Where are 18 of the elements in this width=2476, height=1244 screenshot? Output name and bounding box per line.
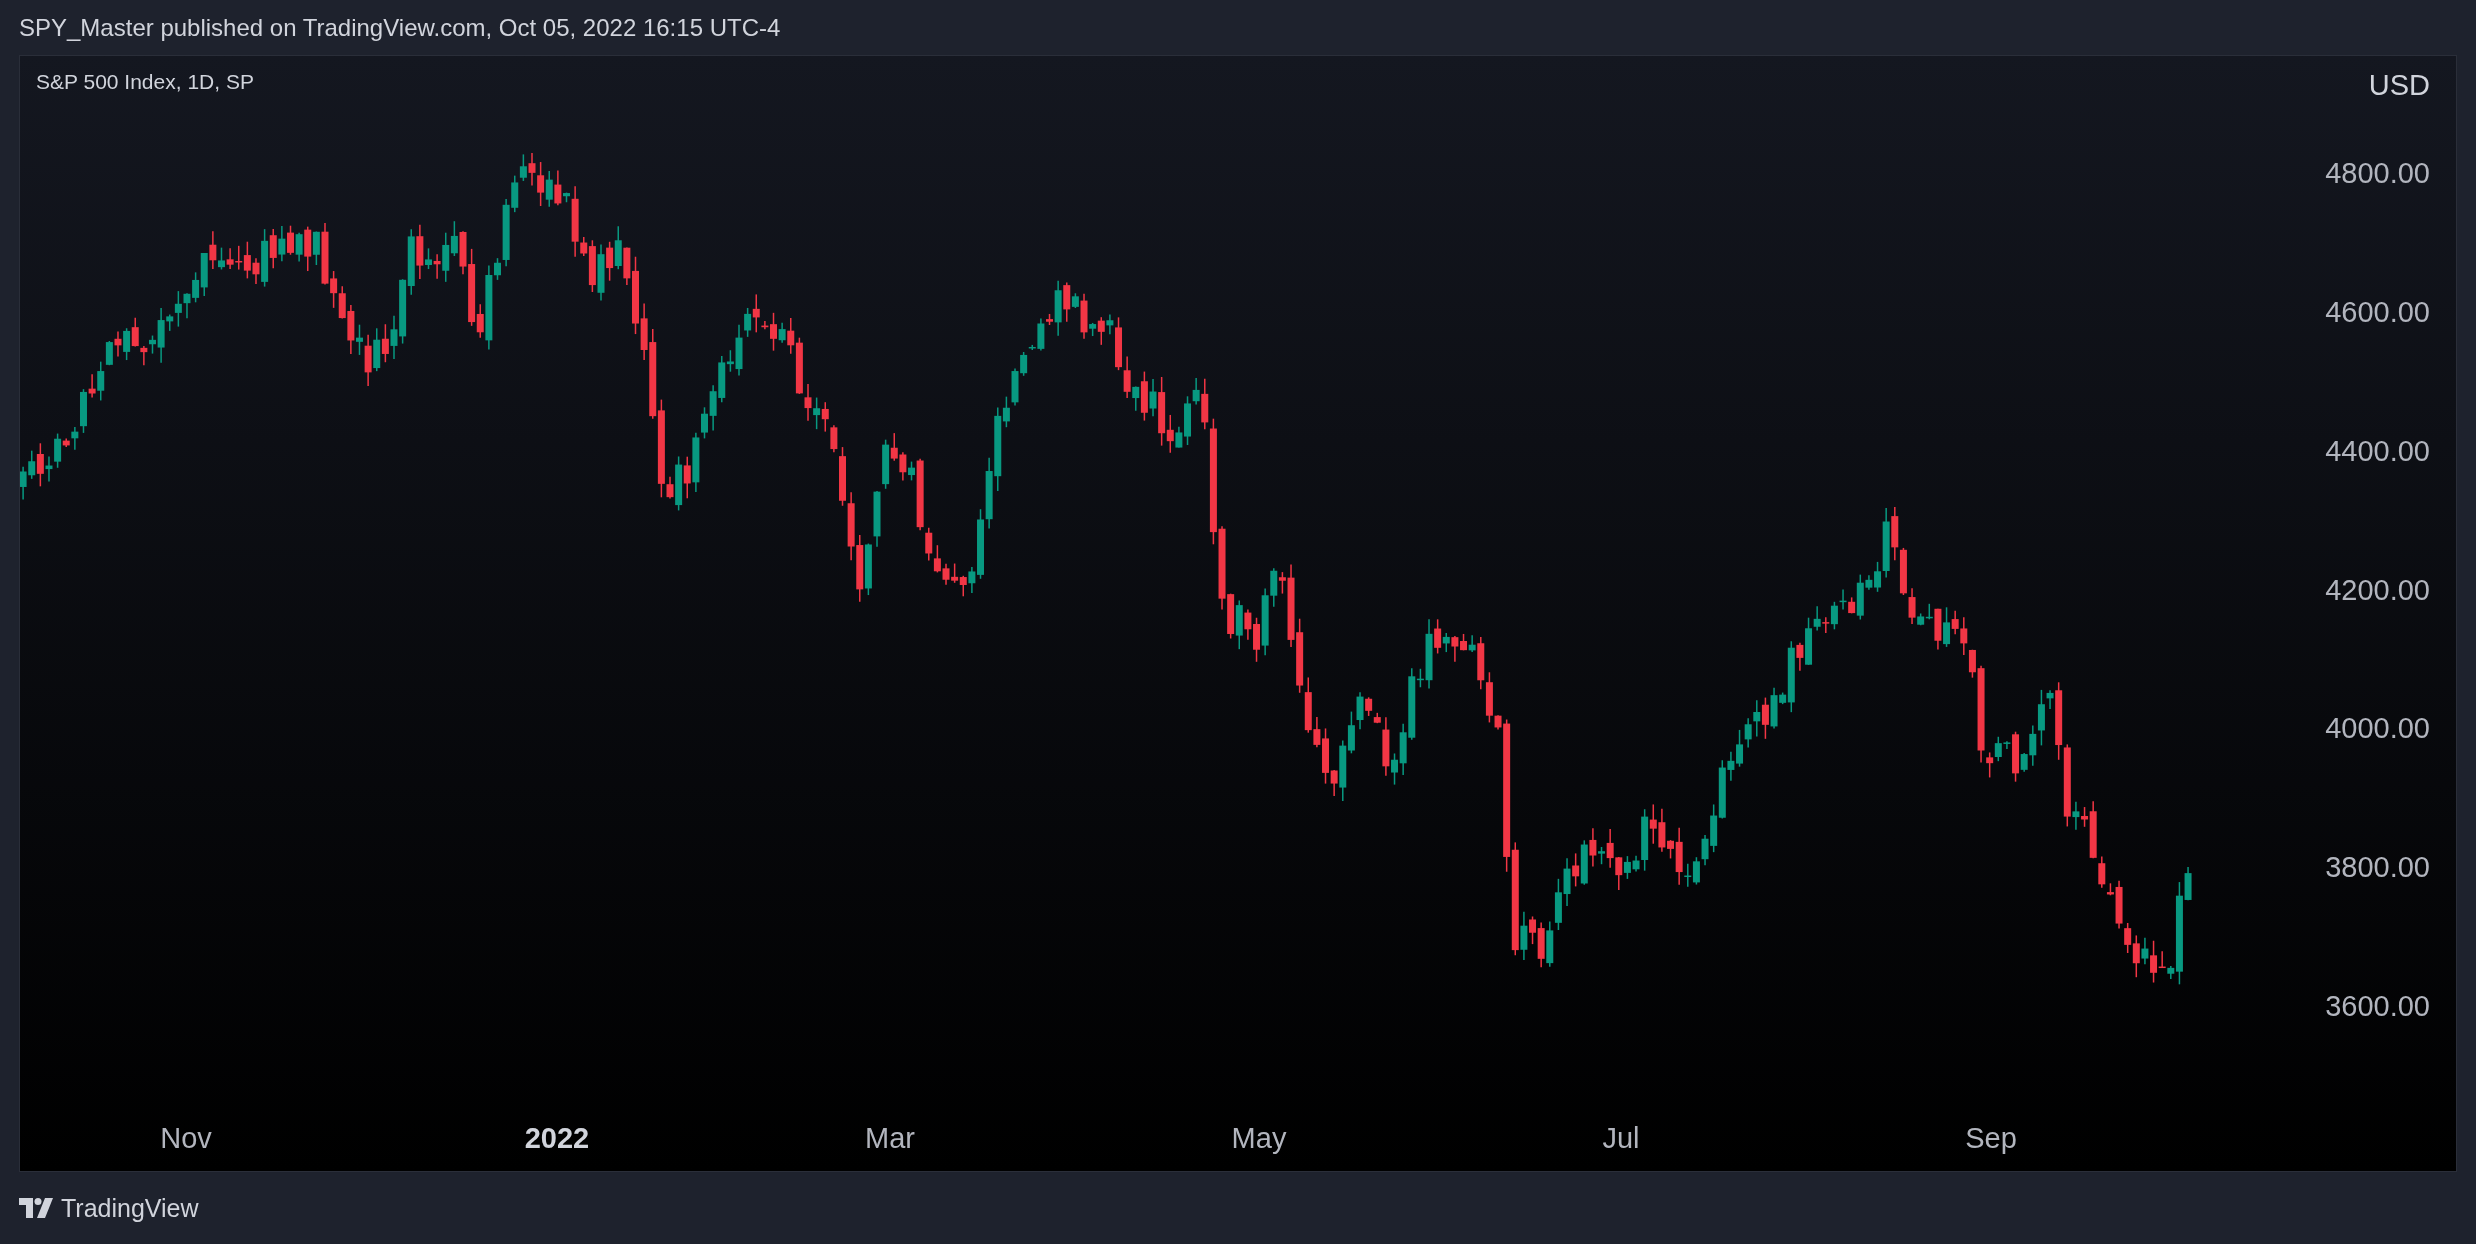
- time-axis-label: Jul: [1602, 1122, 1640, 1154]
- time-axis-label: May: [1231, 1122, 1287, 1154]
- price-axis-label: 4200.00: [2325, 573, 2430, 606]
- symbol-legend: S&P 500 Index, 1D, SP: [36, 70, 254, 94]
- time-axis-label: 2022: [524, 1122, 590, 1154]
- logo-icon: [19, 1198, 53, 1218]
- price-axis-label: 4600.00: [2325, 295, 2430, 328]
- price-axis-label: 4800.00: [2325, 157, 2430, 189]
- price-axis-label: 4000.00: [2325, 712, 2430, 745]
- brand-name: TradingView: [61, 1193, 199, 1223]
- currency-label: USD: [2368, 69, 2430, 101]
- time-axis-label: Mar: [865, 1122, 915, 1154]
- price-axis-label: 4400.00: [2325, 434, 2430, 467]
- time-axis-label: Nov: [160, 1122, 212, 1154]
- price-axis-label: 3800.00: [2325, 851, 2430, 884]
- time-axis-label: Sep: [1965, 1122, 2017, 1154]
- publisher-caption: SPY_Master published on TradingView.com, Oct 05, 2022 16:15 UTC-4: [19, 13, 781, 42]
- price-axis-label: 3600.00: [2325, 990, 2430, 1022]
